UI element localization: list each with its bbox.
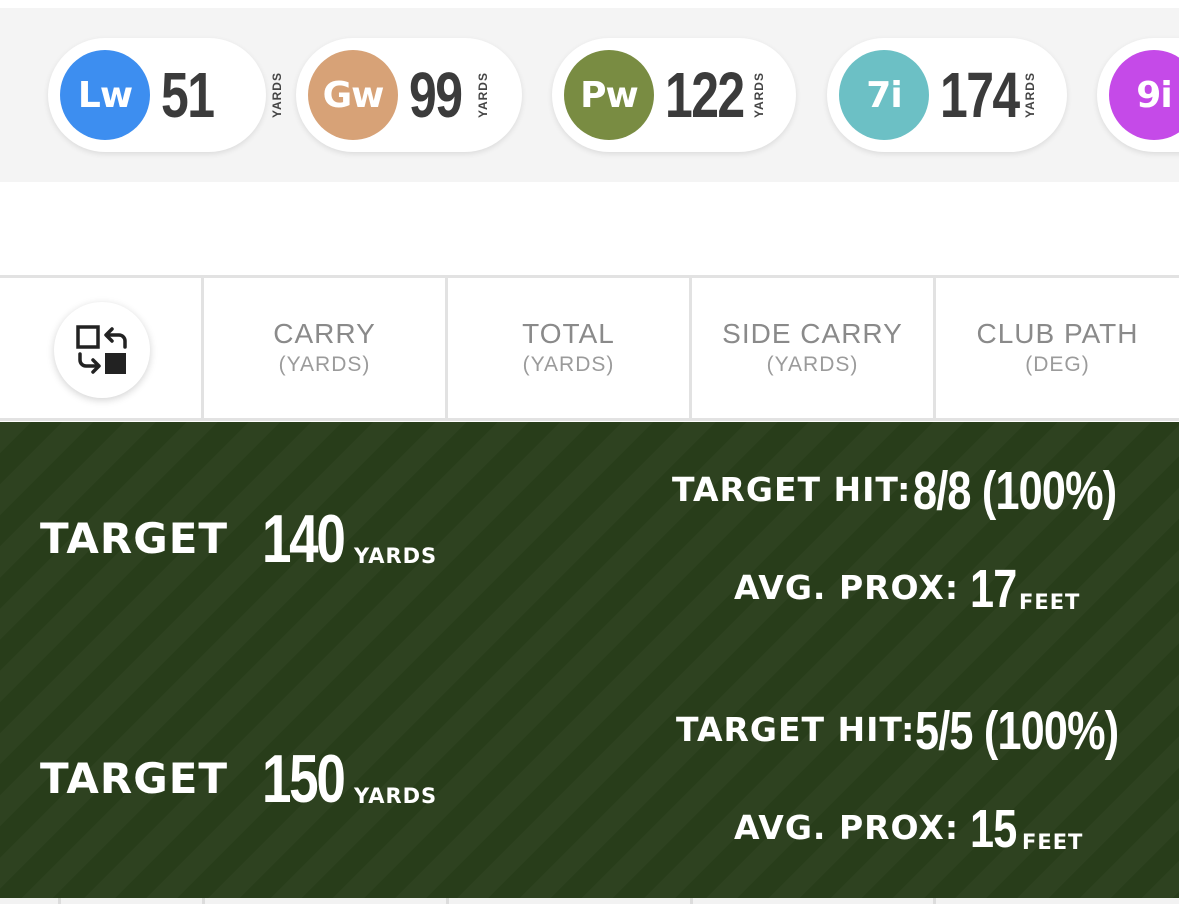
club-distance-unit: YARDS [752,72,766,118]
target-distance: 140 [262,501,346,577]
club-chip-gw[interactable]: Gw 99 YARDS [296,38,522,152]
avg-prox-label: AVG. PROX: [734,808,960,847]
target-hit-label: TARGET HIT: [676,710,916,749]
target-label: TARGET [40,514,229,563]
club-distance-unit: YARDS [270,72,284,118]
column-divider [446,898,449,904]
column-unit: (YARDS) [522,353,615,376]
column-divider [933,898,936,904]
club-badge: Pw [564,50,654,140]
avg-prox-value: 15 [970,799,1017,859]
target-distance-unit: YARDS [354,784,438,808]
column-unit: (YARDS) [766,353,859,376]
column-divider [690,898,693,904]
club-distance: 51 [161,59,215,131]
target-distance: 150 [262,741,346,817]
target-row-150[interactable]: TARGET 150 YARDS TARGET HIT: 5/5 (100%) … [0,660,1179,898]
stats-header-row: CARRY (YARDS) TOTAL (YARDS) SIDE CARRY (… [0,275,1179,421]
column-label: CLUB PATH [976,318,1139,349]
column-header-side-carry[interactable]: SIDE CARRY (YARDS) [692,278,936,418]
club-badge: Gw [308,50,398,140]
column-header-club-path[interactable]: CLUB PATH (DEG) [936,278,1179,418]
column-divider [202,898,205,904]
club-badge: Lw [60,50,150,140]
club-chip-7i[interactable]: 7i 174 YARDS [827,38,1067,152]
avg-prox-unit: FEET [1019,590,1081,614]
swap-cell [0,278,204,418]
swap-button[interactable] [54,302,150,398]
avg-prox-value: 17 [970,559,1017,619]
club-distance: 122 [665,59,745,131]
target-row-140[interactable]: TARGET 140 YARDS TARGET HIT: 8/8 (100%) … [0,422,1179,660]
club-badge: 9i [1109,50,1179,140]
target-hit-label: TARGET HIT: [672,470,912,509]
club-distance: 99 [409,59,463,131]
column-label: CARRY [273,318,376,349]
column-label: SIDE CARRY [722,318,903,349]
column-header-total[interactable]: TOTAL (YARDS) [448,278,692,418]
club-chip-lw[interactable]: Lw 51 YARDS [48,38,284,152]
club-chip-pw[interactable]: Pw 122 YARDS [552,38,796,152]
column-unit: (YARDS) [278,353,371,376]
swap-icon [76,325,127,374]
target-hit-value: 5/5 (100%) [915,701,1119,761]
club-strip[interactable]: Lw 51 YARDS Gw 99 YARDS Pw 122 YARDS 7i … [0,8,1179,182]
targets-panel: TARGET 140 YARDS TARGET HIT: 8/8 (100%) … [0,422,1179,898]
column-unit: (DEG) [1025,353,1090,376]
club-distance-unit: YARDS [476,72,490,118]
target-hit-value: 8/8 (100%) [913,461,1117,521]
avg-prox-unit: FEET [1022,830,1084,854]
next-row-edge [0,898,1179,904]
club-chip-9i[interactable]: 9i [1097,38,1179,152]
column-divider [58,898,61,904]
club-distance-unit: YARDS [1023,72,1037,118]
target-label: TARGET [40,754,229,803]
target-distance-unit: YARDS [354,544,438,568]
club-badge: 7i [839,50,929,140]
column-header-carry[interactable]: CARRY (YARDS) [204,278,448,418]
column-label: TOTAL [522,318,615,349]
avg-prox-label: AVG. PROX: [734,568,960,607]
club-distance: 174 [940,59,1020,131]
